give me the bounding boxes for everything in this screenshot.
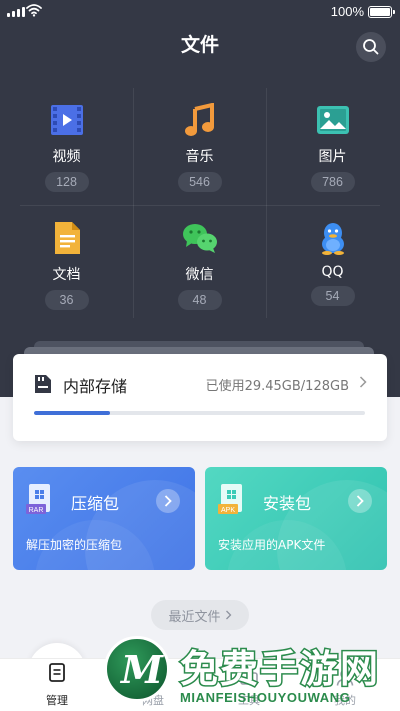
wechat-icon [182, 220, 218, 256]
category-wechat[interactable]: 微信 48 [133, 206, 266, 322]
category-label: 音乐 [185, 149, 214, 165]
chevron-right-icon [359, 376, 367, 388]
archive-card[interactable]: RAR 压缩包 解压加密的压缩包 [13, 467, 195, 570]
apk-card-title: 安装包 [263, 494, 312, 513]
category-label: 微信 [185, 267, 214, 283]
category-label: 视频 [52, 149, 81, 165]
image-icon [315, 102, 351, 138]
rar-file-icon: RAR [26, 484, 50, 514]
category-images[interactable]: 图片 786 [266, 88, 399, 204]
category-music[interactable]: 音乐 546 [133, 88, 266, 204]
video-icon [49, 102, 85, 138]
chevron-right-icon [356, 495, 364, 507]
status-bar: 100% [0, 0, 400, 24]
storage-title: 内部存储 [63, 377, 128, 396]
category-label: QQ [321, 264, 344, 280]
watermark-logo-letter: M [121, 647, 164, 692]
category-qq[interactable]: QQ 54 [266, 206, 399, 322]
category-video[interactable]: 视频 128 [0, 88, 133, 204]
search-icon [363, 39, 379, 55]
apk-file-tag: APK [221, 507, 235, 514]
page-title: 文件 [180, 34, 219, 56]
battery-icon [368, 6, 395, 18]
music-note-icon [182, 102, 218, 138]
chevron-right-icon [225, 610, 231, 620]
apk-open-button[interactable] [348, 489, 372, 513]
folder-manage-icon [49, 663, 65, 682]
watermark-title: 免费手游网 [178, 646, 381, 693]
storage-progress-bar [34, 411, 365, 415]
apk-card-description: 安装应用的APK文件 [218, 538, 326, 552]
category-count: 36 [44, 290, 89, 310]
storage-progress-fill [34, 411, 111, 415]
recent-files-label: 最近文件 [168, 609, 221, 625]
category-grid: 视频 128 音乐 546 图片 786 文档 36 微信 48 QQ 54 [0, 88, 400, 318]
battery-percent: 100% [330, 4, 364, 19]
category-documents[interactable]: 文档 36 [0, 206, 133, 322]
tab-label: 管理 [46, 694, 68, 707]
watermark-logo: M [104, 636, 170, 702]
category-count: 48 [177, 290, 222, 310]
site-watermark: M 免费手游网 MIANFEISHOUYOUWANG [104, 636, 400, 711]
sd-card-icon [35, 375, 51, 393]
signal-icon [7, 7, 25, 17]
tab-manage[interactable]: 管理 [17, 659, 97, 711]
category-count: 128 [44, 172, 89, 192]
archive-card-title: 压缩包 [71, 494, 120, 513]
category-label: 文档 [52, 267, 81, 283]
rar-file-tag: RAR [29, 507, 44, 514]
chevron-right-icon [164, 495, 172, 507]
category-count: 786 [310, 172, 355, 192]
recent-files-button[interactable]: 最近文件 [151, 600, 249, 630]
internal-storage-card[interactable]: 内部存储 已使用29.45GB/128GB [13, 354, 387, 441]
category-count: 546 [177, 172, 222, 192]
category-count: 54 [310, 286, 355, 306]
storage-usage: 已使用29.45GB/128GB [205, 379, 349, 394]
search-button[interactable] [356, 32, 386, 62]
archive-card-description: 解压加密的压缩包 [26, 538, 123, 552]
archive-open-button[interactable] [156, 489, 180, 513]
category-label: 图片 [318, 149, 347, 165]
apk-file-icon: APK [218, 484, 242, 514]
document-icon [49, 220, 85, 256]
wifi-icon [26, 4, 42, 17]
header-area: 100% 文件 视频 128 音乐 546 图片 786 文档 36 微信 48… [0, 0, 400, 397]
apk-card[interactable]: APK 安装包 安装应用的APK文件 [205, 467, 387, 570]
qq-penguin-icon [315, 220, 351, 256]
watermark-subtitle: MIANFEISHOUYOUWANG [180, 690, 351, 705]
